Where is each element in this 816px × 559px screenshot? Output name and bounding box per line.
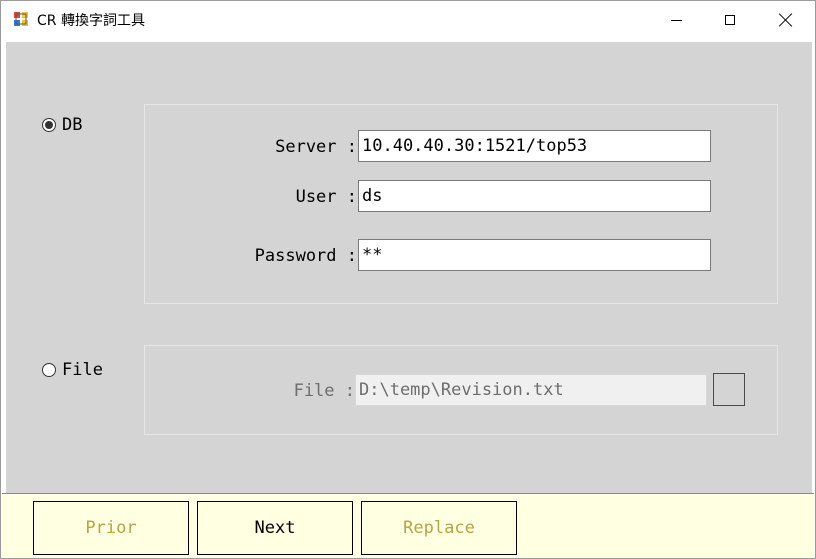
- server-input[interactable]: [358, 130, 711, 162]
- replace-button-label: Replace: [403, 518, 475, 538]
- db-radio[interactable]: DB: [42, 115, 82, 135]
- main-window: CR 轉換字詞工具 DB Server : User : Password :: [0, 0, 816, 559]
- password-input[interactable]: [358, 239, 711, 271]
- maximize-button[interactable]: [707, 1, 753, 39]
- user-input[interactable]: [358, 180, 711, 212]
- browse-file-button[interactable]: [713, 373, 745, 406]
- file-radio[interactable]: File: [42, 360, 103, 380]
- close-icon: [779, 13, 793, 27]
- file-radio-label: File: [62, 360, 103, 380]
- radio-selected-dot: [45, 121, 53, 129]
- db-radio-label: DB: [62, 115, 83, 135]
- file-label: File :: [293, 381, 355, 401]
- maximize-icon: [725, 15, 735, 25]
- minimize-button[interactable]: [653, 1, 699, 39]
- prior-button-label: Prior: [85, 518, 137, 538]
- file-path-input[interactable]: [355, 374, 707, 406]
- prior-button[interactable]: Prior: [33, 501, 189, 555]
- password-label: Password :: [254, 246, 357, 266]
- app-icon: [13, 11, 29, 27]
- next-button[interactable]: Next: [197, 501, 353, 555]
- next-button-label: Next: [254, 518, 296, 538]
- user-label: User :: [295, 187, 357, 207]
- server-label: Server :: [275, 137, 357, 157]
- minimize-icon: [670, 19, 682, 21]
- button-bar: Prior Next Replace: [2, 493, 814, 558]
- close-button[interactable]: [763, 1, 809, 39]
- client-area: DB Server : User : Password : File File …: [6, 42, 812, 493]
- window-title: CR 轉換字詞工具: [37, 13, 145, 29]
- radio-circle: [42, 118, 56, 132]
- radio-circle: [42, 363, 56, 377]
- replace-button[interactable]: Replace: [361, 501, 517, 555]
- title-bar[interactable]: CR 轉換字詞工具: [1, 1, 815, 39]
